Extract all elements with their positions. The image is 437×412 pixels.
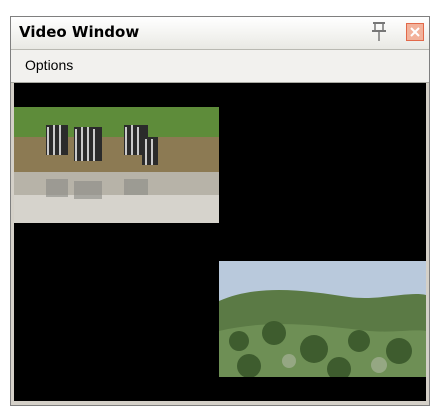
pin-icon[interactable]: [369, 21, 389, 43]
video-window: Video Window Options: [10, 16, 430, 406]
window-title: Video Window: [19, 23, 140, 41]
title-bar[interactable]: Video Window: [11, 17, 429, 50]
video-canvas[interactable]: [14, 83, 426, 401]
close-button[interactable]: [406, 23, 424, 41]
menu-options[interactable]: Options: [25, 57, 73, 73]
landscape-video-thumbnail[interactable]: [219, 261, 426, 377]
menu-bar: Options: [11, 50, 429, 83]
close-icon: [410, 27, 420, 37]
zebra-video-thumbnail[interactable]: [14, 107, 219, 223]
